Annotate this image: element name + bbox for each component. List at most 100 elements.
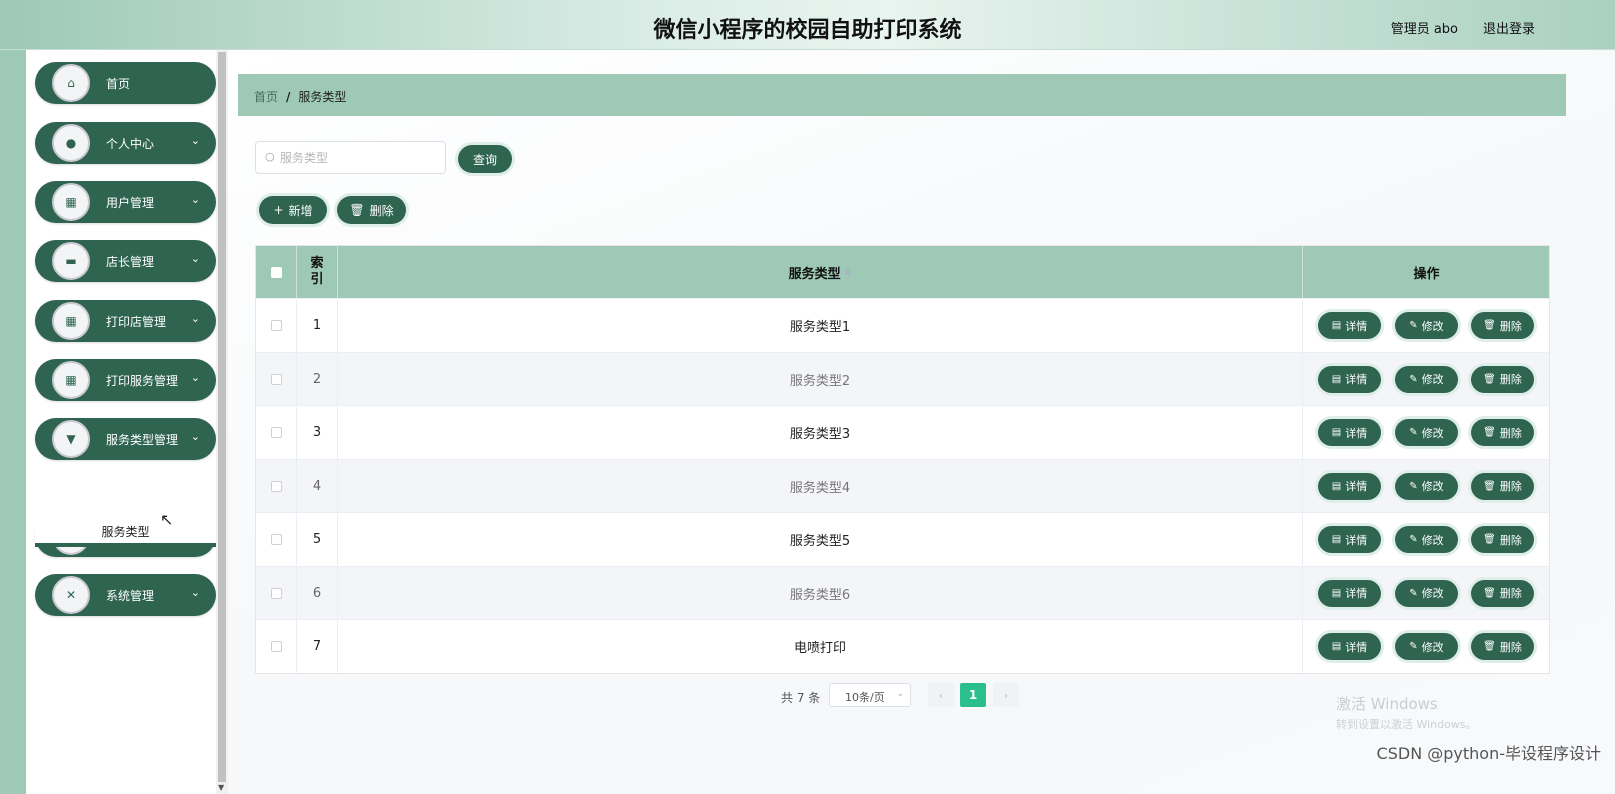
document-icon: ▤ (1331, 587, 1342, 599)
row-checkbox[interactable] (270, 480, 282, 492)
breadcrumb: 首页 / 服务类型 (238, 74, 1566, 116)
submenu-item-service-type[interactable]: 服务类型 (35, 513, 216, 547)
row-checkbox[interactable] (270, 427, 282, 438)
sidebar-item-0[interactable]: ⌂ 首页 (35, 62, 216, 104)
row-index: 1 (297, 299, 338, 352)
detail-label: 详情 (1345, 640, 1368, 654)
sort-icon[interactable]: ⇅ (845, 268, 852, 277)
batch-delete-button[interactable]: 🗑 删除 (337, 196, 406, 224)
sidebar-item-3[interactable]: ▬ 店长管理 ⌄ (35, 240, 216, 282)
pencil-icon: ✎ (1409, 373, 1418, 385)
activate-windows-hint: 转到设置以激活 Windows。 (1336, 718, 1477, 731)
header-service-type[interactable]: 服务类型 ⇅ (338, 246, 1303, 298)
page-size-select[interactable]: 10条/页 ⌄ (829, 683, 911, 707)
sidebar-accent (0, 50, 26, 794)
logout-link[interactable]: 退出登录 (1483, 18, 1535, 37)
sidebar-item-1[interactable]: ● 个人中心 ⌄ (35, 122, 216, 164)
trash-icon: 🗑 (1483, 480, 1496, 492)
edit-button[interactable]: ✎ 修改 (1395, 579, 1458, 607)
detail-label: 详情 (1345, 373, 1368, 386)
row-select-cell (256, 352, 297, 406)
csdn-credit: CSDN @python-毕设程序设计 (1376, 744, 1601, 763)
search-field[interactable]: ○ (255, 141, 446, 174)
detail-button[interactable]: ▤ 详情 (1318, 526, 1381, 553)
delete-label: 删除 (1499, 373, 1522, 386)
edit-button[interactable]: ✎ 修改 (1395, 365, 1458, 393)
row-checkbox[interactable] (270, 641, 282, 652)
edit-button[interactable]: ✎ 修改 (1395, 526, 1458, 553)
page-number-1[interactable]: 1 (960, 683, 986, 707)
sidebar-item-8[interactable]: ✕ 系统管理 ⌄ (35, 574, 216, 616)
edit-button[interactable]: ✎ 修改 (1395, 472, 1458, 500)
table-row: 4 服务类型4 ▤ 详情 ✎ 修改 🗑 删除 (256, 458, 1549, 513)
search-input[interactable] (280, 148, 440, 168)
search-button[interactable]: 查询 (458, 145, 512, 173)
pencil-icon: ✎ (1409, 427, 1418, 438)
delete-button[interactable]: 🗑 删除 (1471, 419, 1534, 446)
chevron-down-icon: ⌄ (896, 689, 904, 699)
header-service-type-label: 服务类型 (788, 266, 841, 282)
edit-label: 修改 (1421, 587, 1444, 600)
delete-button[interactable]: 🗑 删除 (1471, 472, 1534, 500)
row-select-cell (256, 459, 297, 513)
sidebar-scrollbar[interactable]: ▼ (216, 50, 228, 794)
add-button[interactable]: + 新增 (259, 196, 327, 224)
document-icon: ▤ (1331, 320, 1342, 331)
delete-button[interactable]: 🗑 删除 (1471, 365, 1534, 393)
edit-label: 修改 (1421, 480, 1444, 493)
row-checkbox[interactable] (270, 587, 282, 599)
row-actions: ▤ 详情 ✎ 修改 🗑 删除 (1303, 299, 1550, 352)
prev-page-button[interactable]: ‹ (928, 683, 954, 707)
table-row: 7 电喷打印 ▤ 详情 ✎ 修改 🗑 删除 (256, 619, 1549, 673)
detail-button[interactable]: ▤ 详情 (1318, 312, 1381, 339)
pencil-icon: ✎ (1409, 480, 1418, 492)
trash-icon: 🗑 (1483, 641, 1496, 652)
row-checkbox[interactable] (270, 320, 282, 331)
activate-windows-title: 激活 Windows (1336, 695, 1438, 713)
edit-button[interactable]: ✎ 修改 (1395, 633, 1458, 660)
detail-button[interactable]: ▤ 详情 (1318, 365, 1381, 393)
sidebar-item-label: 服务类型管理 (106, 433, 179, 447)
edit-label: 修改 (1421, 319, 1444, 333)
delete-button[interactable]: 🗑 删除 (1471, 633, 1534, 660)
pencil-icon: ✎ (1409, 641, 1418, 652)
edit-button[interactable]: ✎ 修改 (1395, 312, 1458, 339)
sidebar-item-5[interactable]: ▦ 打印服务管理 ⌄ (35, 359, 216, 401)
chevron-down-icon: ⌄ (190, 371, 200, 384)
batch-delete-label: 删除 (369, 203, 394, 218)
document-icon: ▤ (1331, 534, 1342, 545)
home-icon: ⌂ (52, 64, 90, 102)
document-icon: ▤ (1331, 641, 1342, 652)
row-service-type: 服务类型2 (338, 352, 1303, 406)
sidebar-item-6[interactable]: ▼ 服务类型管理 ⌄ (35, 418, 216, 460)
sidebar: ⌂ 首页 ● 个人中心 ⌄ ▦ 用户管理 ⌄ ▬ 店长管理 ⌄ ▦ 打印店管理 ⌄ ▦ 打印服务管理 ⌄ ▼ 服务类… (26, 50, 216, 794)
edit-button[interactable]: ✎ 修改 (1395, 419, 1458, 446)
trash-icon: 🗑 (349, 203, 365, 217)
scroll-down-icon[interactable]: ▼ (218, 783, 224, 792)
next-page-button[interactable]: › (993, 683, 1019, 707)
scrollbar-thumb[interactable] (218, 52, 226, 782)
detail-button[interactable]: ▤ 详情 (1318, 419, 1381, 446)
row-select-cell (256, 513, 297, 566)
header-actions: 操作 (1413, 266, 1440, 282)
detail-button[interactable]: ▤ 详情 (1318, 472, 1381, 500)
header-index: 索引 (297, 246, 338, 298)
sidebar-item-label: 个人中心 (106, 137, 155, 151)
detail-button[interactable]: ▤ 详情 (1318, 579, 1381, 607)
delete-button[interactable]: 🗑 删除 (1471, 526, 1534, 553)
delete-button[interactable]: 🗑 删除 (1471, 312, 1534, 339)
row-select-cell (256, 620, 297, 673)
sidebar-item-4[interactable]: ▦ 打印店管理 ⌄ (35, 300, 216, 342)
header-select-cell (256, 246, 297, 298)
breadcrumb-home[interactable]: 首页 (254, 90, 278, 104)
detail-button[interactable]: ▤ 详情 (1318, 633, 1381, 660)
sidebar-item-2[interactable]: ▦ 用户管理 ⌄ (35, 181, 216, 223)
row-checkbox[interactable] (270, 373, 282, 385)
row-index: 7 (297, 620, 338, 673)
detail-label: 详情 (1345, 480, 1368, 493)
select-all-checkbox[interactable] (270, 266, 282, 278)
sidebar-item-label: 用户管理 (106, 196, 155, 210)
row-index: 6 (297, 566, 338, 620)
delete-button[interactable]: 🗑 删除 (1471, 579, 1534, 607)
row-checkbox[interactable] (270, 534, 282, 545)
